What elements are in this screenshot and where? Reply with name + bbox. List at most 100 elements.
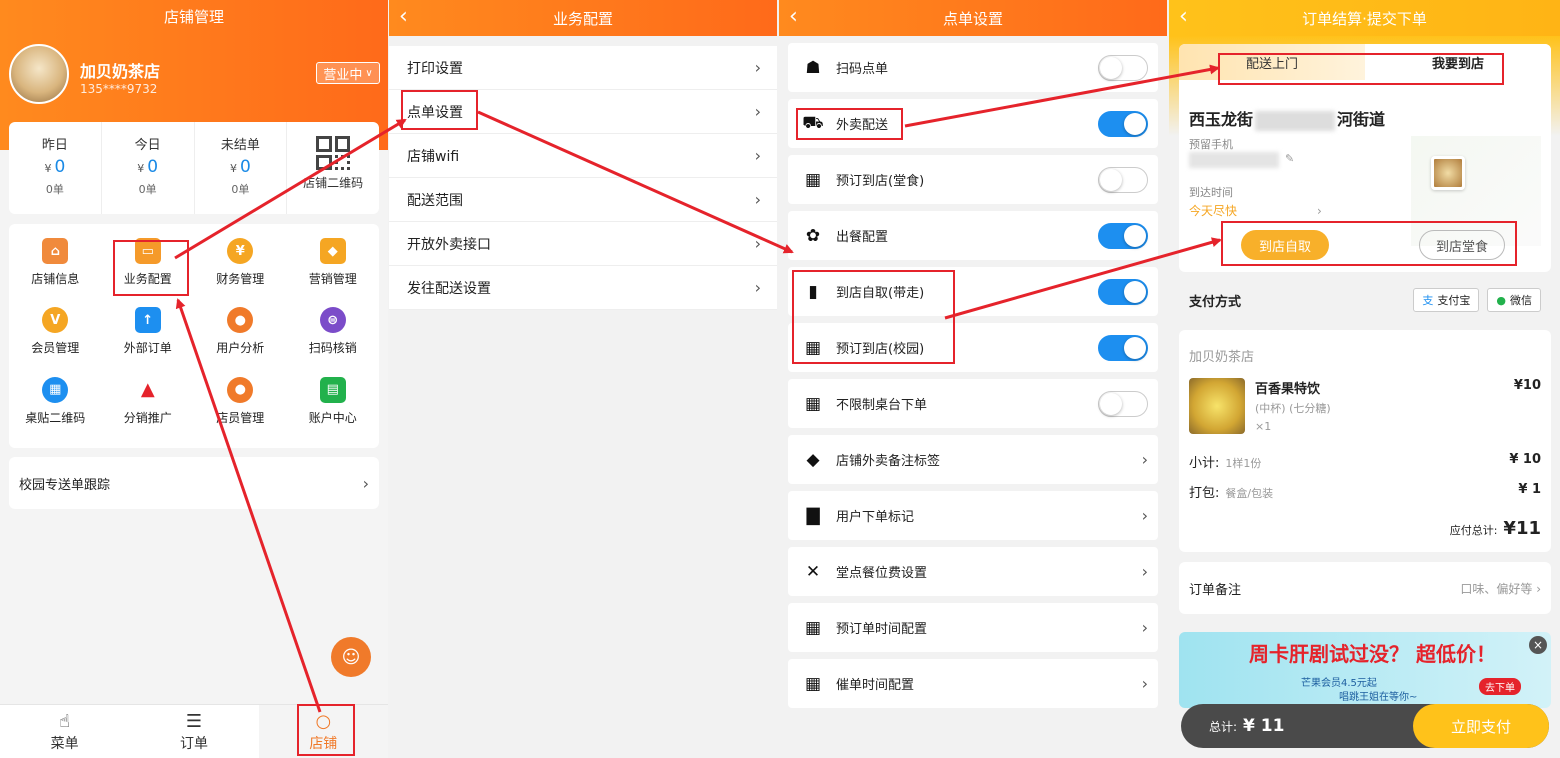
chevron-right-icon: › [754,278,761,297]
chevron-right-icon: › [1141,618,1148,637]
list-item-dispatch-settings[interactable]: 发往配送设置 › [389,266,777,310]
page-title: 订单结算·提交下单 [1302,9,1427,28]
order-note-row[interactable]: 订单备注 口味、偏好等 › [1179,562,1551,614]
setting-label: 扫码点单 [836,62,889,77]
wechat-pay-button[interactable]: ● 微信 [1487,288,1541,312]
staff-icon: ● [227,376,254,403]
chevron-right-icon: › [754,102,761,121]
tab-orders[interactable]: ☰ 订单 [129,705,258,758]
toggle-switch[interactable] [1098,166,1148,193]
store-avatar[interactable] [9,44,69,104]
toggle-switch[interactable] [1098,390,1148,417]
grid-distribution[interactable]: ▲ 分销推广 [102,371,195,440]
calendar-icon: ▦ [804,617,822,638]
address[interactable]: 西玉龙街 河街道 [1189,106,1385,131]
chevron-right-icon: › [754,58,761,77]
grid-store-info[interactable]: ⌂ 店铺信息 [9,232,102,301]
customer-service-icon[interactable]: ☺ [331,637,371,677]
list-item-label: 发往配送设置 [407,280,491,297]
grid-account[interactable]: ▤ 账户中心 [287,371,380,440]
setting-row[interactable]: ▦ 预订单时间配置 › [788,603,1158,652]
total-label: 总计: [1209,719,1238,734]
edit-icon[interactable]: ✎ [1285,152,1294,165]
toggle-switch[interactable] [1098,54,1148,81]
setting-row[interactable]: ▦ 预订到店(堂食) [788,155,1158,204]
toggle-switch[interactable] [1098,222,1148,249]
shop-name: 加贝奶茶店 [1189,350,1255,365]
stat-label: 今日 [134,138,161,153]
topbar: ‹ 点单设置 [779,0,1167,36]
back-icon[interactable]: ‹ [399,5,408,29]
grid-scan-verify[interactable]: ⊜ 扫码核销 [287,301,380,370]
note-hint: 口味、偏好等 › [1460,581,1541,596]
phone-value[interactable] [1189,152,1279,168]
campus-delivery-tracking[interactable]: 校园专送单跟踪 › [9,457,379,509]
banner-cta[interactable]: 去下单 [1479,678,1521,695]
highlight-box [796,108,903,140]
toggle-switch[interactable] [1098,278,1148,305]
member-v-icon: V [42,307,69,334]
stat-unsettled[interactable]: 未结单 ¥0 0单 [195,122,288,214]
topbar: ‹ 业务配置 [389,0,777,36]
grid-members[interactable]: V 会员管理 [9,301,102,370]
grid-external-orders[interactable]: ↑ 外部订单 [102,301,195,370]
back-icon[interactable]: ‹ [1179,5,1188,29]
close-icon[interactable]: × [1529,636,1547,654]
grid-user-analysis[interactable]: ● 用户分析 [194,301,287,370]
tab-menu[interactable]: ☝ 菜单 [0,705,129,758]
chevron-right-icon: › [1141,506,1148,525]
toggle-switch[interactable] [1098,334,1148,361]
bell-icon: ☗ [805,57,821,78]
list-item-label: 配送范围 [407,192,463,209]
list-item-delivery-range[interactable]: 配送范围 › [389,178,777,222]
grid-table-qr[interactable]: ▦ 桌贴二维码 [9,371,102,440]
setting-label: 出餐配置 [836,230,889,245]
stat-value: ¥0 [137,157,159,177]
payment-label: 支付方式 [1189,294,1242,310]
list-item-label: 打印设置 [407,60,463,77]
yen-icon: ¥ [227,238,254,264]
pay-now-button[interactable]: 立即支付 [1413,704,1549,748]
grid-marketing[interactable]: ◆ 营销管理 [287,232,380,301]
setting-label: 堂点餐位费设置 [836,566,928,581]
network-icon: ▲ [134,376,161,403]
business-status-dropdown[interactable]: 营业中 ∨ [316,62,380,84]
tab-label: 订单 [179,736,208,752]
setting-row[interactable]: ▇ 用户下单标记 › [788,491,1158,540]
setting-row[interactable]: ▦ 不限制桌台下单 [788,379,1158,428]
setting-row[interactable]: ✿ 出餐配置 [788,211,1158,260]
stat-today[interactable]: 今日 ¥0 0单 [102,122,195,214]
grid-finance[interactable]: ¥ 财务管理 [194,232,287,301]
settings-list: ☗ 扫码点单 ⛟ 外卖配送 ▦ 预订到店(堂食) ✿ 出餐配置 ▮ 到店自取(带走) ▦ 预订到店(校… [779,43,1167,708]
setting-row[interactable]: ◆ 店铺外卖备注标签 › [788,435,1158,484]
tab-label: 菜单 [50,736,79,752]
stat-count: 0单 [138,183,157,196]
back-icon[interactable]: ‹ [789,5,798,29]
store-qr-button[interactable]: 店铺二维码 [287,122,379,214]
stat-yesterday[interactable]: 昨日 ¥0 0单 [9,122,102,214]
promo-banner[interactable]: 周卡肝剧试过没？ 超低价！ 芒果会员4.5元起 唱跳王姐在等你~ 去下单 × [1179,632,1551,708]
packing-value: ¥ 1 [1518,482,1541,497]
highlight-box [1218,53,1504,85]
setting-row[interactable]: ☗ 扫码点单 [788,43,1158,92]
subtotal-value: ¥ 10 [1509,452,1541,467]
calendar-icon: ▦ [804,169,822,190]
setting-row[interactable]: ▦ 催单时间配置 › [788,659,1158,708]
setting-row[interactable]: ✕ 堂点餐位费设置 › [788,547,1158,596]
list-item-wifi[interactable]: 店铺wifi › [389,134,777,178]
list-item-open-api[interactable]: 开放外卖接口 › [389,222,777,266]
track-label: 校园专送单跟踪 [19,477,111,493]
store-phone: 135****9732 [80,82,158,96]
alipay-button[interactable]: 支支付宝 [1413,288,1480,312]
grid-label: 财务管理 [216,272,265,286]
toggle-switch[interactable] [1098,110,1148,137]
grid-staff[interactable]: ● 店员管理 [194,371,287,440]
arrival-time[interactable]: 今天尽快 › [1189,202,1322,219]
function-grid: ⌂ 店铺信息 ▭ 业务配置 ¥ 财务管理 ◆ 营销管理 V 会员管理 ↑ 外部订单 ● 用户分… [9,224,379,448]
list-item-label: 店铺wifi [407,148,460,165]
setting-label: 店铺外卖备注标签 [836,454,941,469]
list-item-print[interactable]: 打印设置 › [389,46,777,90]
setting-label: 催单时间配置 [836,678,915,693]
grid-label: 店员管理 [216,410,265,425]
chevron-right-icon: › [1141,450,1148,469]
